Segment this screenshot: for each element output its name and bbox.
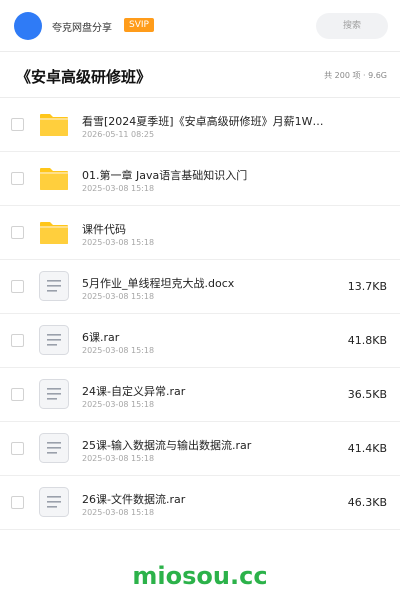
document-icon (38, 378, 70, 410)
search-input[interactable] (316, 13, 388, 39)
row-checkbox[interactable] (11, 226, 24, 239)
file-date: 2025-03-08 15:18 (82, 292, 155, 301)
row-checkbox[interactable] (11, 118, 24, 131)
svip-badge: SVIP (124, 18, 154, 32)
file-row[interactable]: 6课.rar 2025-03-08 15:18 41.8KB (0, 314, 400, 368)
file-date: 2025-03-08 15:18 (82, 238, 155, 247)
file-name[interactable]: 25课-输入数据流与输出数据流.rar (82, 437, 332, 453)
file-name[interactable]: 6课.rar (82, 329, 332, 345)
file-row[interactable]: 看雪[2024夏季班]《安卓高级研修班》月薪1W计划… 2026-05-11 08… (0, 98, 400, 152)
file-name[interactable]: 24课-自定义异常.rar (82, 383, 332, 399)
file-row[interactable]: 01.第一章 Java语言基础知识入门 2025-03-08 15:18 (0, 152, 400, 206)
file-row[interactable]: 24课-自定义异常.rar 2025-03-08 15:18 36.5KB (0, 368, 400, 422)
row-checkbox[interactable] (11, 496, 24, 509)
file-row[interactable]: 26课-文件数据流.rar 2025-03-08 15:18 46.3KB (0, 476, 400, 530)
document-icon (38, 486, 70, 518)
file-size: 13.7KB (347, 280, 387, 293)
file-name[interactable]: 26课-文件数据流.rar (82, 491, 332, 507)
row-checkbox[interactable] (11, 280, 24, 293)
folder-icon (38, 216, 70, 248)
folder-title-bar: 《安卓高级研修班》 共 200 项 · 9.6G (0, 52, 400, 98)
file-date: 2025-03-08 15:18 (82, 508, 155, 517)
file-name[interactable]: 看雪[2024夏季班]《安卓高级研修班》月薪1W计划… (82, 113, 332, 129)
file-row[interactable]: 5月作业_单线程坦克大战.docx 2025-03-08 15:18 13.7KB (0, 260, 400, 314)
row-checkbox[interactable] (11, 334, 24, 347)
file-date: 2025-03-08 15:18 (82, 400, 155, 409)
file-date: 2025-03-08 15:18 (82, 346, 155, 355)
document-icon (38, 432, 70, 464)
folder-icon (38, 108, 70, 140)
watermark: miosou.cc (132, 562, 268, 590)
row-checkbox[interactable] (11, 442, 24, 455)
file-date: 2026-05-11 08:25 (82, 130, 155, 139)
file-name[interactable]: 01.第一章 Java语言基础知识入门 (82, 167, 332, 183)
top-header: 夸克网盘分享 SVIP (0, 0, 400, 52)
file-date: 2025-03-08 15:18 (82, 454, 155, 463)
file-row[interactable]: 课件代码 2025-03-08 15:18 (0, 206, 400, 260)
row-checkbox[interactable] (11, 388, 24, 401)
avatar[interactable] (14, 12, 42, 40)
file-row[interactable]: 25课-输入数据流与输出数据流.rar 2025-03-08 15:18 41.4K… (0, 422, 400, 476)
document-icon (38, 324, 70, 356)
file-name[interactable]: 课件代码 (82, 221, 332, 237)
page-title: 《安卓高级研修班》 (16, 68, 152, 86)
file-size: 41.4KB (347, 442, 387, 455)
row-checkbox[interactable] (11, 172, 24, 185)
file-size: 36.5KB (347, 388, 387, 401)
folder-summary: 共 200 项 · 9.6G (324, 71, 387, 80)
file-size: 41.8KB (347, 334, 387, 347)
file-list: 看雪[2024夏季班]《安卓高级研修班》月薪1W计划… 2026-05-11 08… (0, 98, 400, 530)
document-icon (38, 270, 70, 302)
folder-icon (38, 162, 70, 194)
file-size: 46.3KB (347, 496, 387, 509)
file-name[interactable]: 5月作业_单线程坦克大战.docx (82, 275, 332, 291)
file-date: 2025-03-08 15:18 (82, 184, 155, 193)
brand-name: 夸克网盘分享 (52, 23, 112, 34)
